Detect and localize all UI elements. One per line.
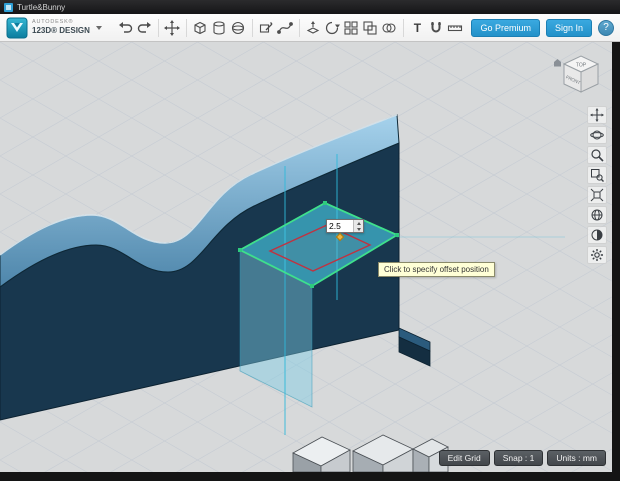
toolbar-separator <box>299 19 300 37</box>
transform-move-icon[interactable] <box>163 17 182 39</box>
sketch-rectangle-icon[interactable] <box>257 17 276 39</box>
undo-icon[interactable] <box>116 17 135 39</box>
combine-icon[interactable] <box>380 17 399 39</box>
plane-corner-handle[interactable] <box>310 284 314 288</box>
offset-tooltip: Click to specify offset position <box>378 262 495 277</box>
toolbar-right-actions: Go Premium Sign In ? <box>471 19 614 37</box>
grouping-icon[interactable] <box>361 17 380 39</box>
plane-corner-handle[interactable] <box>238 248 242 252</box>
toolbar-separator <box>158 19 159 37</box>
chevron-down-icon <box>96 26 102 30</box>
plane-corner-handle[interactable] <box>323 201 327 205</box>
offset-value-field <box>326 219 364 233</box>
construct-revolve-icon[interactable] <box>323 17 342 39</box>
fit-view-icon[interactable] <box>587 186 607 204</box>
measure-icon[interactable] <box>446 17 465 39</box>
text-icon[interactable]: T <box>408 17 427 39</box>
navigation-toolbar <box>587 106 607 264</box>
edit-grid-button[interactable]: Edit Grid <box>439 450 490 466</box>
brand-text: AUTODESK® 123D® DESIGN <box>32 20 90 35</box>
primitive-cylinder-icon[interactable] <box>210 17 229 39</box>
snap-icon[interactable] <box>427 17 446 39</box>
primitive-box-icon[interactable] <box>191 17 210 39</box>
orbit-icon[interactable] <box>587 126 607 144</box>
sign-in-button[interactable]: Sign In <box>546 19 592 37</box>
pan-icon[interactable] <box>587 106 607 124</box>
autodesk-123d-logo-icon <box>6 17 28 39</box>
window-title: Turtle&Bunny <box>17 3 65 12</box>
snap-button[interactable]: Snap : 1 <box>494 450 544 466</box>
app-menu-button[interactable]: AUTODESK® 123D® DESIGN <box>6 17 102 39</box>
gear-icon[interactable] <box>587 246 607 264</box>
material-icon[interactable] <box>587 226 607 244</box>
window-titlebar[interactable]: Turtle&Bunny <box>0 0 620 14</box>
brand-product: 123D® DESIGN <box>32 27 90 35</box>
scene-svg <box>0 42 612 472</box>
viewcube[interactable]: TOP FRONT <box>552 52 604 98</box>
home-icon[interactable] <box>554 59 561 67</box>
offset-spinner <box>353 220 363 232</box>
spinner-down-button[interactable] <box>354 226 363 232</box>
units-button[interactable]: Units : mm <box>547 450 606 466</box>
go-premium-button[interactable]: Go Premium <box>471 19 540 37</box>
main-toolbar: AUTODESK® 123D® DESIGN <box>0 14 620 42</box>
redo-icon[interactable] <box>135 17 154 39</box>
toolbar-separator <box>403 19 404 37</box>
zoom-window-icon[interactable] <box>587 166 607 184</box>
brand-company: AUTODESK® <box>32 20 90 26</box>
construct-extrude-icon[interactable] <box>304 17 323 39</box>
toolbar-separator <box>252 19 253 37</box>
app-window: Turtle&Bunny AUTODESK® 123D® DESIGN <box>0 0 620 481</box>
viewport-3d[interactable]: Click to specify offset position TOP FRO… <box>0 42 612 472</box>
offset-input[interactable] <box>327 220 353 232</box>
toolbar-separator <box>186 19 187 37</box>
app-icon <box>4 3 13 12</box>
pattern-icon[interactable] <box>342 17 361 39</box>
sketch-spline-icon[interactable] <box>276 17 295 39</box>
plane-corner-handle[interactable] <box>395 233 399 237</box>
viewport-status-bar: Edit Grid Snap : 1 Units : mm <box>439 450 606 466</box>
viewcube-top-label: TOP <box>576 63 587 69</box>
zoom-icon[interactable] <box>587 146 607 164</box>
display-settings-icon[interactable] <box>587 206 607 224</box>
help-button[interactable]: ? <box>598 20 614 36</box>
primitive-sphere-icon[interactable] <box>229 17 248 39</box>
